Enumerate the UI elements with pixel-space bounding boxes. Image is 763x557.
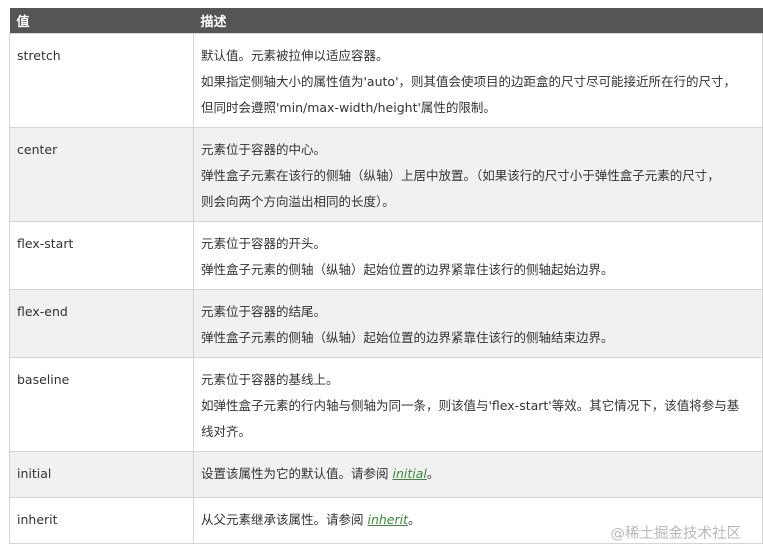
description-line: 如弹性盒子元素的行内轴与侧轴为同一条，则该值与'flex-start'等效。其它…: [201, 393, 755, 419]
description-line: 元素位于容器的结尾。: [201, 299, 755, 325]
description-line: 设置该属性为它的默认值。请参阅 initial。: [201, 461, 755, 487]
description-line: 元素位于容器的开头。: [201, 231, 755, 257]
description-line: 线对齐。: [201, 419, 755, 445]
value-cell: baseline: [9, 357, 194, 452]
value-cell: flex-start: [9, 221, 194, 290]
description-text: 则会向两个方向溢出相同的长度）。: [201, 194, 395, 209]
description-text: 弹性盒子元素在该行的侧轴（纵轴）上居中放置。（如果该行的尺寸小于弹性盒子元素的尺…: [201, 168, 720, 183]
table-row: stretch 默认值。元素被拉伸以适应容器。 如果指定侧轴大小的属性值为'auto…: [9, 33, 763, 128]
description-cell: 元素位于容器的基线上。如弹性盒子元素的行内轴与侧轴为同一条，则该值与'flex-…: [193, 357, 763, 452]
description-line: 弹性盒子元素的侧轴（纵轴）起始位置的边界紧靠住该行的侧轴起始边界。: [201, 257, 755, 283]
header-description: 描述: [193, 8, 763, 34]
reference-link[interactable]: inherit: [367, 512, 408, 527]
watermark-text: @稀土掘金技术社区: [610, 526, 742, 542]
reference-link[interactable]: initial: [392, 466, 426, 481]
description-text: 如弹性盒子元素的行内轴与侧轴为同一条，则该值与'flex-start'等效。其它…: [201, 398, 740, 413]
description-cell: 元素位于容器的结尾。弹性盒子元素的侧轴（纵轴）起始位置的边界紧靠住该行的侧轴结束…: [193, 289, 763, 358]
table-row: center 元素位于容器的中心。 弹性盒子元素在该行的侧轴（纵轴）上居中放置。（如…: [9, 127, 763, 222]
value-cell: inherit: [9, 497, 194, 544]
description-line: 如果指定侧轴大小的属性值为'auto'，则其值会使项目的边距盒的尺寸尽可能接近所…: [201, 69, 755, 95]
description-line: 元素位于容器的基线上。: [201, 367, 755, 393]
table-header-row: 值 描述: [9, 8, 763, 34]
value-cell: center: [9, 127, 194, 222]
description-suffix: 。: [408, 512, 421, 527]
description-cell: 元素位于容器的开头。弹性盒子元素的侧轴（纵轴）起始位置的边界紧靠住该行的侧轴起始…: [193, 221, 763, 290]
description-text: 弹性盒子元素的侧轴（纵轴）起始位置的边界紧靠住该行的侧轴起始边界。: [201, 262, 614, 277]
description-cell: 默认值。元素被拉伸以适应容器。如果指定侧轴大小的属性值为'auto'，则其值会使…: [193, 33, 763, 128]
description-cell: 元素位于容器的中心。弹性盒子元素在该行的侧轴（纵轴）上居中放置。（如果该行的尺寸…: [193, 127, 763, 222]
description-text: 弹性盒子元素的侧轴（纵轴）起始位置的边界紧靠住该行的侧轴结束边界。: [201, 330, 614, 345]
values-table: 值 描述 stretch 默认值。元素被拉伸以适应容器。 如果指定侧轴大小的属性值为…: [9, 8, 763, 544]
table-row: baseline 元素位于容器的基线上。 如弹性盒子元素的行内轴与侧轴为同一条，则该…: [9, 357, 763, 452]
table-row: flex-start 元素位于容器的开头。 弹性盒子元素的侧轴（纵轴）起始位置的边界…: [9, 221, 763, 290]
description-text: 从父元素继承该属性。请参阅: [201, 512, 368, 527]
table-row: flex-end 元素位于容器的结尾。 弹性盒子元素的侧轴（纵轴）起始位置的边界紧靠…: [9, 289, 763, 358]
table-row: initial 设置该属性为它的默认值。请参阅 initial。: [9, 451, 763, 498]
description-text: 默认值。元素被拉伸以适应容器。: [201, 48, 389, 63]
description-text: 元素位于容器的基线上。: [201, 372, 339, 387]
description-cell: 设置该属性为它的默认值。请参阅 initial。: [193, 451, 763, 498]
description-line: 弹性盒子元素的侧轴（纵轴）起始位置的边界紧靠住该行的侧轴结束边界。: [201, 325, 755, 351]
value-cell: flex-end: [9, 289, 194, 358]
description-text: 元素位于容器的中心。: [201, 142, 327, 157]
description-line: 但同时会遵照'min/max-width/height'属性的限制。: [201, 95, 755, 121]
description-text: 线对齐。: [201, 424, 252, 439]
description-line: 则会向两个方向溢出相同的长度）。: [201, 189, 755, 215]
description-line: 元素位于容器的中心。: [201, 137, 755, 163]
description-text: 但同时会遵照'min/max-width/height'属性的限制。: [201, 100, 496, 115]
header-value: 值: [9, 8, 194, 34]
description-text: 元素位于容器的结尾。: [201, 304, 327, 319]
description-line: 默认值。元素被拉伸以适应容器。: [201, 43, 755, 69]
value-cell: stretch: [9, 33, 194, 128]
description-text: 元素位于容器的开头。: [201, 236, 327, 251]
description-text: 设置该属性为它的默认值。请参阅: [201, 466, 393, 481]
description-suffix: 。: [426, 466, 440, 481]
description-line: 弹性盒子元素在该行的侧轴（纵轴）上居中放置。（如果该行的尺寸小于弹性盒子元素的尺…: [201, 163, 755, 189]
value-cell: initial: [9, 451, 194, 498]
description-text: 如果指定侧轴大小的属性值为'auto'，则其值会使项目的边距盒的尺寸尽可能接近所…: [201, 74, 737, 89]
